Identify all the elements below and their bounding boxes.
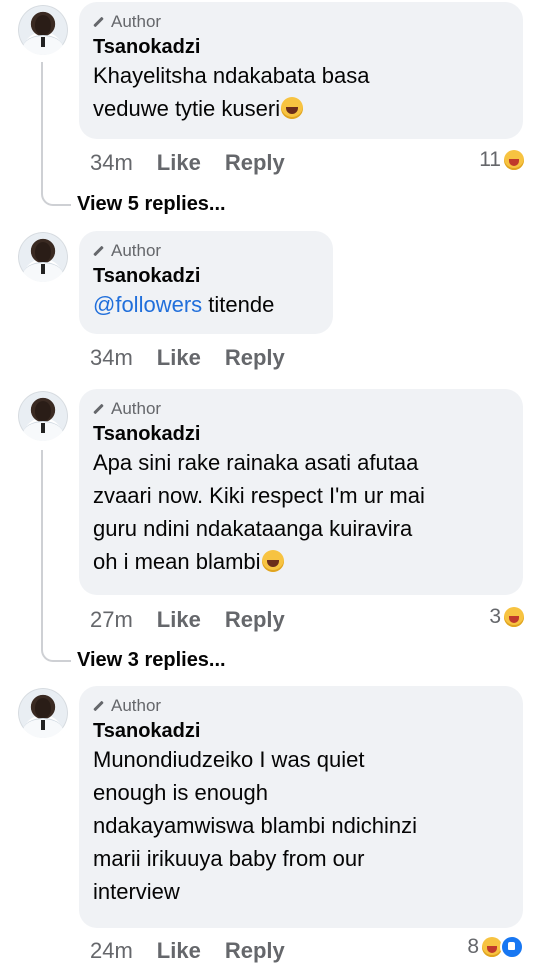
rolling-laughing-emoji-icon <box>261 550 284 572</box>
like-button[interactable]: Like <box>157 345 201 371</box>
comment-text: Khayelitsha ndakabata basa veduwe tytie … <box>93 63 370 121</box>
avatar[interactable] <box>18 391 68 441</box>
comment-actions: 34m Like Reply <box>90 343 285 373</box>
pen-icon <box>93 246 104 257</box>
reply-button[interactable]: Reply <box>225 345 285 371</box>
avatar[interactable] <box>18 688 68 738</box>
reply-button[interactable]: Reply <box>225 938 285 964</box>
author-badge: Author <box>93 242 319 260</box>
comment-actions: 34m Like Reply <box>90 148 285 178</box>
reaction-count: 8 <box>467 935 479 958</box>
pen-icon <box>93 17 104 28</box>
haha-icon <box>482 937 502 957</box>
reaction-count: 3 <box>489 605 501 628</box>
comment-bubble[interactable]: Author Tsanokadzi Khayelitsha ndakabata … <box>79 2 523 139</box>
commenter-name[interactable]: Tsanokadzi <box>93 422 509 446</box>
thread-connector <box>41 450 71 662</box>
avatar[interactable] <box>18 232 68 282</box>
avatar[interactable] <box>18 5 68 55</box>
reaction-summary[interactable]: 8 <box>467 932 524 962</box>
comment-text: Munondiudzeiko I was quiet enough is eno… <box>93 747 418 904</box>
view-replies-link[interactable]: View 3 replies... <box>77 649 226 672</box>
comment-actions: 24m Like Reply <box>90 936 285 966</box>
timestamp[interactable]: 34m <box>90 345 133 371</box>
rolling-laughing-emoji-icon <box>281 97 304 119</box>
mention-link[interactable]: @followers <box>93 292 202 317</box>
author-badge: Author <box>93 697 509 715</box>
comment-bubble[interactable]: Author Tsanokadzi @followers titende <box>79 231 333 334</box>
pen-icon <box>93 701 104 712</box>
author-badge: Author <box>93 13 509 31</box>
reaction-count: 11 <box>479 148 501 171</box>
view-replies-link[interactable]: View 5 replies... <box>77 193 226 216</box>
haha-icon <box>504 607 524 627</box>
timestamp[interactable]: 27m <box>90 607 133 633</box>
like-button[interactable]: Like <box>157 607 201 633</box>
timestamp[interactable]: 34m <box>90 150 133 176</box>
reply-button[interactable]: Reply <box>225 607 285 633</box>
comment-text: Apa sini rake rainaka asati afutaa zvaar… <box>93 450 425 574</box>
timestamp[interactable]: 24m <box>90 938 133 964</box>
author-badge: Author <box>93 400 509 418</box>
like-icon <box>500 935 524 959</box>
reaction-summary[interactable]: 3 <box>489 602 524 632</box>
like-button[interactable]: Like <box>157 938 201 964</box>
comment-bubble[interactable]: Author Tsanokadzi Munondiudzeiko I was q… <box>79 686 523 928</box>
thread-connector <box>41 62 71 206</box>
reaction-summary[interactable]: 11 <box>479 145 524 175</box>
haha-icon <box>504 150 524 170</box>
comment-actions: 27m Like Reply <box>90 605 285 635</box>
commenter-name[interactable]: Tsanokadzi <box>93 264 319 288</box>
commenter-name[interactable]: Tsanokadzi <box>93 35 509 59</box>
like-button[interactable]: Like <box>157 150 201 176</box>
pen-icon <box>93 404 104 415</box>
reply-button[interactable]: Reply <box>225 150 285 176</box>
comment-bubble[interactable]: Author Tsanokadzi Apa sini rake rainaka … <box>79 389 523 595</box>
comment-text: @followers titende <box>93 292 275 317</box>
commenter-name[interactable]: Tsanokadzi <box>93 719 509 743</box>
